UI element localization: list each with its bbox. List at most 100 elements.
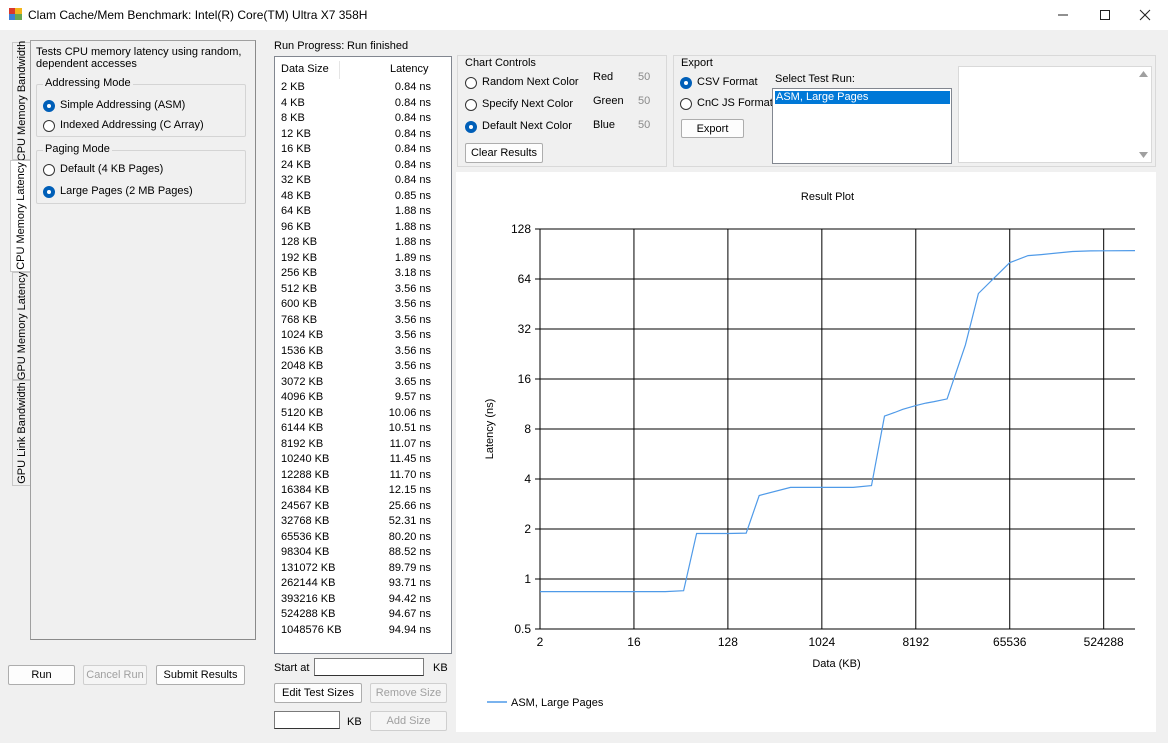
- row-data-size: 5120 KB: [281, 406, 324, 419]
- list-item[interactable]: 131072 KB 89.79 ns: [281, 562, 431, 577]
- edit-test-sizes-button[interactable]: Edit Test Sizes: [274, 683, 362, 703]
- list-item[interactable]: 2048 KB 3.56 ns: [281, 360, 431, 375]
- row-data-size: 8192 KB: [281, 437, 324, 450]
- list-item[interactable]: 8 KB 0.84 ns: [281, 112, 431, 127]
- remove-size-button[interactable]: Remove Size: [370, 683, 447, 703]
- list-item[interactable]: 96 KB 1.88 ns: [281, 221, 431, 236]
- radio-button[interactable]: [680, 77, 692, 89]
- tab-gpu-link-bandwidth[interactable]: GPU Link Bandwidth: [12, 380, 30, 486]
- radio-button[interactable]: [43, 120, 55, 132]
- radio-button[interactable]: [43, 186, 55, 198]
- results-list[interactable]: Data Size Latency 2 KB 0.84 ns 4 KB 0.84 ns…: [274, 56, 452, 654]
- size-input[interactable]: [274, 711, 340, 729]
- x-tick-label: 128: [718, 635, 738, 649]
- cancel-run-button[interactable]: Cancel Run: [83, 665, 147, 685]
- row-latency: 1.89 ns: [394, 251, 431, 264]
- list-item[interactable]: 262144 KB 93.71 ns: [281, 577, 431, 592]
- list-item[interactable]: 2 KB 0.84 ns: [281, 81, 431, 96]
- row-data-size: 96 KB: [281, 220, 311, 233]
- row-data-size: 4096 KB: [281, 391, 324, 403]
- radio-button[interactable]: [680, 98, 692, 110]
- radio-button[interactable]: [43, 164, 55, 176]
- x-tick-label: 2: [537, 635, 544, 649]
- export-panel: Export CSV Format CnC JS Format Export S…: [673, 55, 1156, 167]
- export-output-box[interactable]: [958, 66, 1152, 163]
- row-latency: 0.84 ns: [394, 127, 431, 140]
- list-item[interactable]: 24 KB 0.84 ns: [281, 159, 431, 174]
- row-latency: 0.85 ns: [394, 189, 431, 202]
- blue-value-input[interactable]: 50: [638, 119, 650, 131]
- radio-button[interactable]: [465, 99, 477, 111]
- tab-cpu-memory-bandwidth[interactable]: CPU Memory Bandwidth: [12, 41, 30, 161]
- run-button[interactable]: Run: [8, 665, 75, 685]
- list-item[interactable]: 1048576 KB 94.94 ns: [281, 624, 431, 639]
- tab-cpu-memory-latency[interactable]: CPU Memory Latency: [10, 160, 31, 272]
- list-item[interactable]: 1536 KB 3.56 ns: [281, 345, 431, 360]
- test-description: Tests CPU memory latency using random, d…: [36, 46, 242, 70]
- list-item[interactable]: 512 KB 3.56 ns: [281, 283, 431, 298]
- row-latency: 0.84 ns: [394, 143, 431, 155]
- scroll-up-icon[interactable]: [1139, 71, 1148, 77]
- list-item[interactable]: 12288 KB 11.70 ns: [281, 469, 431, 484]
- column-header-latency[interactable]: Latency: [390, 63, 429, 75]
- tab-gpu-memory-latency[interactable]: GPU Memory Latency: [12, 272, 30, 380]
- list-item[interactable]: 16384 KB 12.15 ns: [281, 484, 431, 499]
- start-at-input[interactable]: [314, 658, 424, 676]
- add-size-button[interactable]: Add Size: [370, 711, 447, 731]
- list-item[interactable]: 48 KB 0.85 ns: [281, 190, 431, 205]
- list-item[interactable]: 524288 KB 94.67 ns: [281, 608, 431, 623]
- list-item[interactable]: 128 KB 1.88 ns: [281, 236, 431, 251]
- close-icon: [1139, 9, 1151, 21]
- list-item[interactable]: 192 KB 1.89 ns: [281, 252, 431, 267]
- test-run-list[interactable]: ASM, Large Pages: [772, 88, 952, 164]
- list-item[interactable]: 64 KB 1.88 ns: [281, 205, 431, 220]
- list-item[interactable]: 4096 KB 9.57 ns: [281, 391, 431, 406]
- tab-label: GPU Memory Latency: [15, 271, 28, 381]
- test-run-item-selected[interactable]: ASM, Large Pages: [775, 91, 950, 104]
- radio-button[interactable]: [465, 77, 477, 89]
- radio-button[interactable]: [465, 121, 477, 133]
- list-item[interactable]: 12 KB 0.84 ns: [281, 128, 431, 143]
- row-latency: 52.31 ns: [388, 515, 431, 527]
- radio-label: Random Next Color: [482, 76, 579, 88]
- list-item[interactable]: 16 KB 0.84 ns: [281, 143, 431, 158]
- radio-button[interactable]: [43, 100, 55, 112]
- list-item[interactable]: 393216 KB 94.42 ns: [281, 593, 431, 608]
- close-button[interactable]: [1122, 0, 1168, 30]
- list-item[interactable]: 24567 KB 25.66 ns: [281, 500, 431, 515]
- size-unit: KB: [347, 716, 362, 728]
- list-item[interactable]: 32768 KB 52.31 ns: [281, 515, 431, 530]
- list-item[interactable]: 256 KB 3.18 ns: [281, 267, 431, 282]
- list-item[interactable]: 8192 KB 11.07 ns: [281, 438, 431, 453]
- list-item[interactable]: 1024 KB 3.56 ns: [281, 329, 431, 344]
- list-item[interactable]: 768 KB 3.56 ns: [281, 314, 431, 329]
- red-value-input[interactable]: 50: [638, 71, 650, 83]
- row-data-size: 12 KB: [281, 127, 311, 140]
- row-data-size: 65536 KB: [281, 530, 330, 543]
- row-latency: 3.18 ns: [394, 267, 431, 279]
- row-latency: 1.88 ns: [394, 236, 431, 248]
- list-item[interactable]: 4 KB 0.84 ns: [281, 97, 431, 112]
- list-item[interactable]: 98304 KB 88.52 ns: [281, 546, 431, 561]
- column-header-data-size[interactable]: Data Size: [281, 63, 329, 75]
- list-item[interactable]: 5120 KB 10.06 ns: [281, 407, 431, 422]
- scroll-down-icon[interactable]: [1139, 152, 1148, 158]
- row-data-size: 16 KB: [281, 143, 311, 155]
- list-item[interactable]: 10240 KB 11.45 ns: [281, 453, 431, 468]
- submit-results-button[interactable]: Submit Results: [156, 665, 245, 685]
- list-item[interactable]: 3072 KB 3.65 ns: [281, 376, 431, 391]
- list-item[interactable]: 32 KB 0.84 ns: [281, 174, 431, 189]
- x-axis-label: Data (KB): [812, 658, 860, 670]
- clear-results-button[interactable]: Clear Results: [465, 143, 543, 163]
- list-item[interactable]: 6144 KB 10.51 ns: [281, 422, 431, 437]
- row-data-size: 2048 KB: [281, 360, 324, 372]
- list-item[interactable]: 600 KB 3.56 ns: [281, 298, 431, 313]
- row-data-size: 192 KB: [281, 251, 318, 264]
- run-progress-label: Run Progress:: [274, 40, 345, 52]
- minimize-button[interactable]: [1040, 0, 1086, 30]
- y-tick-label: 0.5: [514, 622, 531, 636]
- list-item[interactable]: 65536 KB 80.20 ns: [281, 531, 431, 546]
- export-button[interactable]: Export: [681, 119, 744, 138]
- green-value-input[interactable]: 50: [638, 95, 650, 107]
- row-data-size: 262144 KB: [281, 577, 336, 589]
